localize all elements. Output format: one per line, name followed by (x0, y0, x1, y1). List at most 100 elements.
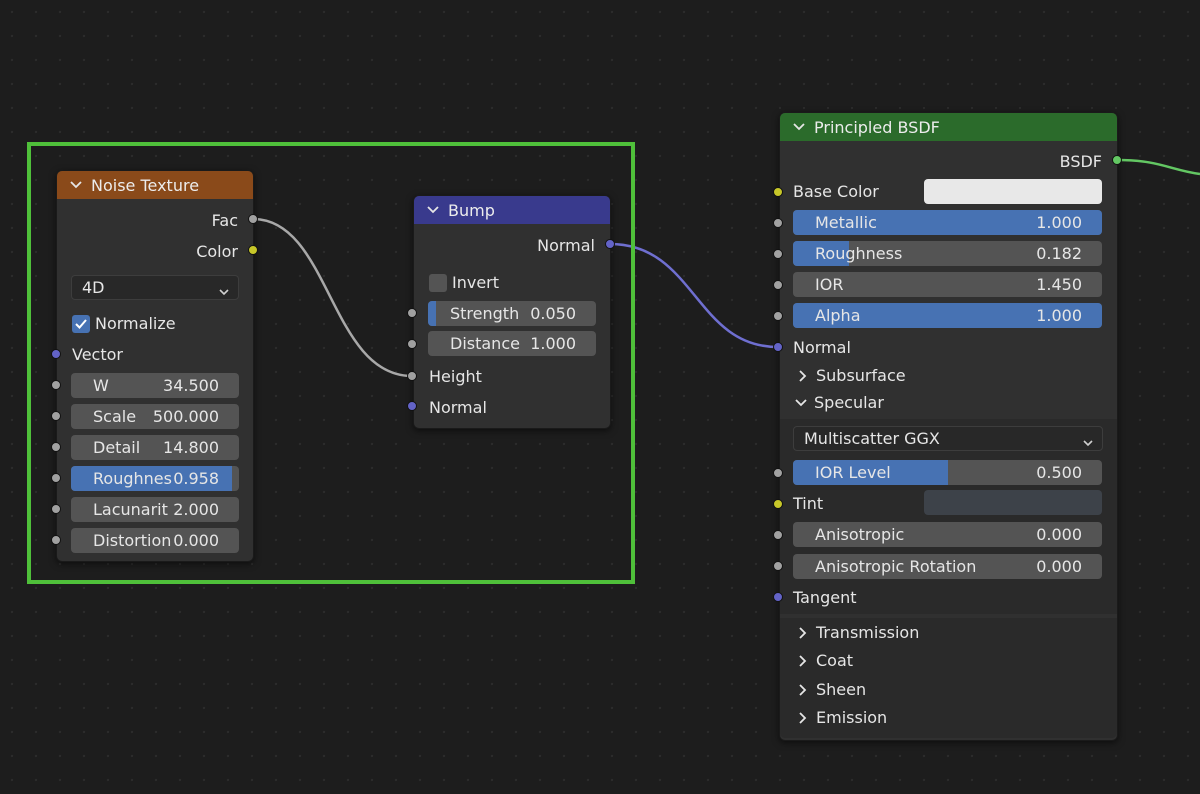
roughness-slider[interactable]: Roughness 0.182 (793, 241, 1102, 266)
field-value: 1.450 (1036, 275, 1082, 294)
roughness-input-socket[interactable] (51, 473, 61, 483)
checkmark-icon (75, 319, 87, 329)
detail-field[interactable]: Detail 14.800 (71, 435, 239, 460)
alpha-slider[interactable]: Alpha 1.000 (793, 303, 1102, 328)
roughness-slider[interactable]: Roughnes 0.958 (71, 466, 239, 491)
node-title: Noise Texture (91, 175, 200, 195)
distance-field[interactable]: Distance 1.000 (428, 331, 596, 356)
transmission-panel-toggle[interactable]: Transmission (796, 623, 919, 642)
detail-input-socket[interactable] (51, 442, 61, 452)
invert-label: Invert (452, 273, 500, 292)
lacunarity-input-socket[interactable] (51, 504, 61, 514)
height-label: Height (429, 367, 482, 386)
ior-level-slider[interactable]: IOR Level 0.500 (793, 460, 1102, 485)
chevron-down-icon (1082, 433, 1094, 452)
alpha-input-socket[interactable] (773, 311, 783, 321)
tangent-input-socket[interactable] (773, 592, 783, 602)
field-value: 2.000 (173, 500, 219, 519)
anisotropic-rotation-input-socket[interactable] (773, 561, 783, 571)
field-label: Metallic (815, 213, 877, 232)
w-field[interactable]: W 34.500 (71, 373, 239, 398)
color-output-socket[interactable] (248, 245, 258, 255)
normal-input-socket[interactable] (773, 342, 783, 352)
ior-input-socket[interactable] (773, 280, 783, 290)
bump-header[interactable]: Bump (414, 196, 610, 224)
metallic-input-socket[interactable] (773, 218, 783, 228)
bsdf-output-socket[interactable] (1112, 155, 1122, 165)
scale-input-socket[interactable] (51, 411, 61, 421)
normal-input-socket[interactable] (407, 401, 417, 411)
chevron-down-icon[interactable] (426, 203, 440, 217)
anisotropic-input-socket[interactable] (773, 530, 783, 540)
vector-input-socket[interactable] (51, 349, 61, 359)
strength-slider[interactable]: Strength 0.050 (428, 301, 596, 326)
bump-node[interactable]: Bump Normal Invert Strength 0.050 Distan… (413, 195, 611, 429)
field-label: Detail (93, 438, 141, 457)
principled-bsdf-header[interactable]: Principled BSDF (780, 113, 1117, 141)
invert-checkbox[interactable] (429, 274, 447, 292)
field-value: 0.958 (173, 469, 219, 488)
ior-level-input-socket[interactable] (773, 468, 783, 478)
field-value: 0.500 (1036, 463, 1082, 482)
distortion-field[interactable]: Distortion 0.000 (71, 528, 239, 553)
fac-output-socket[interactable] (248, 214, 258, 224)
anisotropic-rotation-field[interactable]: Anisotropic Rotation 0.000 (793, 554, 1102, 579)
tint-input-socket[interactable] (773, 499, 783, 509)
field-label: Roughness (815, 244, 903, 263)
field-label: Anisotropic (815, 525, 905, 544)
distance-input-socket[interactable] (407, 339, 417, 349)
section-label: Transmission (816, 623, 920, 642)
roughness-input-socket[interactable] (773, 249, 783, 259)
field-value: 1.000 (1036, 213, 1082, 232)
node-title: Bump (448, 200, 495, 220)
chevron-down-icon[interactable] (792, 120, 806, 134)
chevron-right-icon (796, 683, 810, 697)
ior-field[interactable]: IOR 1.450 (793, 272, 1102, 297)
section-label: Emission (816, 708, 888, 727)
chevron-right-icon (796, 626, 810, 640)
height-input-socket[interactable] (407, 371, 417, 381)
distortion-input-socket[interactable] (51, 535, 61, 545)
link-normal-to-normal (609, 242, 779, 349)
vector-label: Vector (72, 345, 123, 364)
chevron-down-icon (218, 282, 230, 301)
specular-panel-toggle[interactable]: Specular (794, 393, 884, 412)
emission-panel-toggle[interactable]: Emission (796, 708, 887, 727)
chevron-down-icon[interactable] (69, 178, 83, 192)
output-normal: Normal (414, 234, 610, 256)
field-value: 1.000 (530, 334, 576, 353)
metallic-slider[interactable]: Metallic 1.000 (793, 210, 1102, 235)
strength-input-socket[interactable] (407, 308, 417, 318)
base-color-input-socket[interactable] (773, 187, 783, 197)
section-label: Coat (816, 651, 854, 670)
base-color-label: Base Color (793, 182, 879, 201)
dimension-select[interactable]: 4D (71, 275, 239, 300)
section-label: Specular (814, 393, 884, 412)
tangent-label: Tangent (793, 588, 857, 607)
tint-color-swatch[interactable] (924, 490, 1102, 515)
normal-output-socket[interactable] (605, 239, 615, 249)
coat-panel-toggle[interactable]: Coat (796, 651, 853, 670)
output-label: BSDF (1059, 151, 1102, 171)
chevron-down-icon (794, 396, 808, 410)
sheen-panel-toggle[interactable]: Sheen (796, 680, 866, 699)
distribution-select[interactable]: Multiscatter GGX (793, 426, 1103, 451)
w-input-socket[interactable] (51, 380, 61, 390)
field-value: 500.000 (152, 407, 219, 426)
noise-texture-node[interactable]: Noise Texture Fac Color 4D Normalize Vec… (56, 170, 254, 562)
subsurface-panel-toggle[interactable]: Subsurface (796, 366, 906, 385)
field-label: Scale (93, 407, 137, 426)
principled-bsdf-node[interactable]: Principled BSDF BSDF Base Color Metallic… (779, 112, 1118, 741)
anisotropic-field[interactable]: Anisotropic 0.000 (793, 522, 1102, 547)
section-label: Sheen (816, 680, 867, 699)
noise-texture-header[interactable]: Noise Texture (57, 171, 253, 199)
lacunarity-field[interactable]: Lacunarit 2.000 (71, 497, 239, 522)
output-color: Color (57, 240, 253, 262)
field-label: IOR (815, 275, 844, 294)
field-label: Roughnes (93, 469, 172, 488)
normalize-checkbox[interactable] (72, 315, 90, 333)
field-label: Distance (450, 334, 520, 353)
scale-field[interactable]: Scale 500.000 (71, 404, 239, 429)
field-value: 0.000 (1036, 525, 1082, 544)
base-color-swatch[interactable] (924, 179, 1102, 204)
